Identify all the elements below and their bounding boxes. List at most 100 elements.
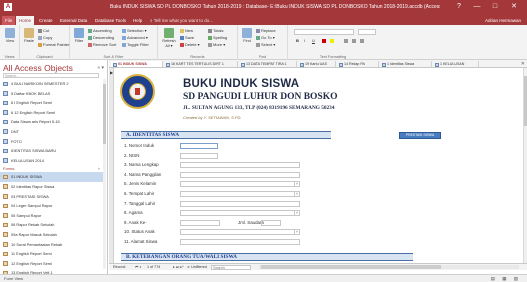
go-to-button[interactable]: Go To ▾ xyxy=(256,35,275,41)
help-button[interactable]: ? xyxy=(452,2,466,12)
nav-report-item[interactable]: 5 Daftar KBOK BELAS xyxy=(0,89,104,99)
horizontal-scrollbar[interactable] xyxy=(259,265,519,269)
replace-button[interactable]: Replace xyxy=(256,28,276,34)
nav-report-item[interactable]: 4 BULI NARIKOIN SEMESTER 2 xyxy=(0,79,104,89)
font-name-box[interactable] xyxy=(294,29,354,35)
nav-form-item[interactable]: 06 Rapor Rekab Sekolah xyxy=(0,220,104,230)
field-combo-box[interactable] xyxy=(180,210,300,217)
nav-form-item[interactable]: 12 English Report Seml xyxy=(0,259,104,269)
copy-button[interactable]: Copy xyxy=(38,35,52,41)
document-tab[interactable]: 13 DATA TEMPAT TIRA 1 xyxy=(239,61,297,67)
nav-form-item[interactable]: 04 Leger Sampul Rapor xyxy=(0,201,104,211)
underline-button[interactable]: U xyxy=(312,38,315,44)
document-tab[interactable]: 1 KELULUSAN xyxy=(433,61,479,67)
chevron-down-icon[interactable]: ˅ xyxy=(294,181,299,188)
bold-button[interactable]: B xyxy=(296,38,299,44)
nav-form-item[interactable]: 10 Surat Pemanfaatan Rekab xyxy=(0,240,104,250)
nav-scroll-thumb[interactable] xyxy=(103,84,106,144)
font-size-box[interactable] xyxy=(358,29,376,35)
field-text-box[interactable] xyxy=(180,171,300,178)
nav-form-item[interactable]: 11 English Report Seml xyxy=(0,249,104,259)
chevron-down-icon[interactable]: ˅ xyxy=(294,210,299,217)
document-tab[interactable]: 1 Identitas Siswa xyxy=(380,61,432,67)
tab-file[interactable]: File xyxy=(2,16,16,25)
nav-pane-collapse-icon[interactable]: « ▾ xyxy=(97,65,104,71)
nav-form-item[interactable]: 01 INDUK SISWA xyxy=(0,172,104,182)
tab-database-tools[interactable]: Database Tools xyxy=(92,16,129,25)
tab-home[interactable]: Home xyxy=(16,16,35,25)
nav-report-item[interactable]: 6 12 English Report Seml xyxy=(0,108,104,118)
totals-button[interactable]: Totals xyxy=(208,28,223,34)
remove-sort-button[interactable]: Remove Sort xyxy=(88,42,116,48)
nav-search-input[interactable]: Search... xyxy=(3,73,99,78)
italic-button[interactable]: I xyxy=(304,38,305,44)
minimize-button[interactable]: — xyxy=(470,2,484,12)
signed-in-user[interactable]: Adrian Hermawan xyxy=(485,16,521,25)
selection-button[interactable]: Selection ▾ xyxy=(122,28,147,34)
field-combo-box[interactable] xyxy=(180,191,300,197)
nav-scrollbar[interactable] xyxy=(103,79,106,269)
nav-report-item[interactable]: 6 I English Report Seml xyxy=(0,98,104,108)
nav-report-item[interactable]: KELULUSAN 2014 xyxy=(0,156,104,166)
align-right-button[interactable] xyxy=(360,38,365,44)
select-button[interactable]: Select ▾ xyxy=(256,42,275,48)
field-text-box[interactable] xyxy=(180,143,218,149)
next-last-new-record-buttons[interactable]: ▸ ⏭ ▸* xyxy=(173,264,184,270)
tab-external-data[interactable]: External Data xyxy=(57,16,90,25)
paste-button[interactable]: Paste xyxy=(22,28,36,43)
sort-ascending-button[interactable]: Ascending xyxy=(88,28,112,34)
document-tab[interactable]: 01 INDUK SISWA xyxy=(111,61,163,67)
close-document-icon[interactable]: ✕ xyxy=(521,61,525,67)
record-search-input[interactable]: Search xyxy=(211,264,251,270)
align-left-button[interactable] xyxy=(344,38,349,44)
nav-form-item[interactable]: 02 Identitas Rapor Siswa xyxy=(0,182,104,192)
filter-button[interactable]: Filter xyxy=(72,28,86,43)
tab-create[interactable]: Create xyxy=(36,16,56,25)
view-button[interactable]: View xyxy=(3,28,17,43)
save-record-button[interactable]: Save xyxy=(180,35,194,41)
first-previous-record-buttons[interactable]: ⏮ ◂ xyxy=(135,264,141,270)
horizontal-scroll-thumb[interactable] xyxy=(261,265,441,269)
record-selector[interactable]: ▶ xyxy=(109,68,114,263)
jml-saudara-input[interactable] xyxy=(261,219,281,226)
prestasi-siswa-button[interactable]: PRESTASI SISWA xyxy=(399,132,441,139)
find-button[interactable]: Find xyxy=(240,28,254,43)
field-text-box[interactable] xyxy=(180,239,300,245)
highlight-button[interactable] xyxy=(330,38,335,44)
document-tab[interactable]: 19 Kartu UAS xyxy=(298,61,336,67)
toggle-filter-button[interactable]: Toggle Filter xyxy=(122,42,149,48)
field-text-box[interactable] xyxy=(180,162,300,169)
view-switcher-icons[interactable]: ▤ ▦ ▧ xyxy=(491,275,521,282)
nav-report-item[interactable]: IDENTITAS SISWA BARU xyxy=(0,146,104,156)
nav-report-item[interactable]: DNT xyxy=(0,127,104,137)
refresh-all-button[interactable]: Refresh All ▾ xyxy=(160,28,178,48)
spelling-button[interactable]: Spelling xyxy=(208,35,227,41)
advanced-button[interactable]: Advanced ▾ xyxy=(122,35,148,41)
field-text-box[interactable] xyxy=(180,152,218,159)
nav-report-item[interactable]: Data Siswa aris Report 5-15 xyxy=(0,117,104,127)
form-scrollbar[interactable] xyxy=(523,68,527,263)
chevron-down-icon[interactable]: ˅ xyxy=(294,229,299,236)
nav-pane-title[interactable]: All Access Objects xyxy=(3,63,73,73)
sort-descending-button[interactable]: Descending xyxy=(88,35,114,41)
field-combo-box[interactable] xyxy=(180,181,300,188)
align-center-button[interactable] xyxy=(352,38,357,44)
document-tab[interactable]: 14 Rekap PA xyxy=(337,61,379,67)
close-window-button[interactable]: ✕ xyxy=(507,2,521,12)
font-color-button[interactable] xyxy=(322,38,327,44)
format-painter-button[interactable]: Format Painter xyxy=(38,42,69,48)
field-combo-box[interactable] xyxy=(180,229,300,236)
field-text-box[interactable] xyxy=(180,200,300,207)
current-record-box[interactable]: 1 of 774 xyxy=(147,264,160,270)
tab-help[interactable]: Help xyxy=(130,16,145,25)
delete-record-button[interactable]: Delete ▾ xyxy=(180,42,200,48)
nav-form-item[interactable]: 05 Sampul Rapor xyxy=(0,211,104,221)
nav-category-forms[interactable]: Forms ˄ xyxy=(0,165,104,172)
nav-report-item[interactable]: FOTO xyxy=(0,137,104,147)
cut-button[interactable]: Cut xyxy=(38,28,49,34)
more-button[interactable]: More ▾ xyxy=(208,42,225,48)
document-tab[interactable]: 16 KART TES TERTULIS DIRT 1 xyxy=(164,61,238,67)
field-text-box[interactable] xyxy=(180,219,220,226)
tell-me-search[interactable]: ⌕ Tell me what you want to do... xyxy=(150,16,213,25)
nav-form-item[interactable]: 03 PRESTASI SISWA xyxy=(0,192,104,202)
